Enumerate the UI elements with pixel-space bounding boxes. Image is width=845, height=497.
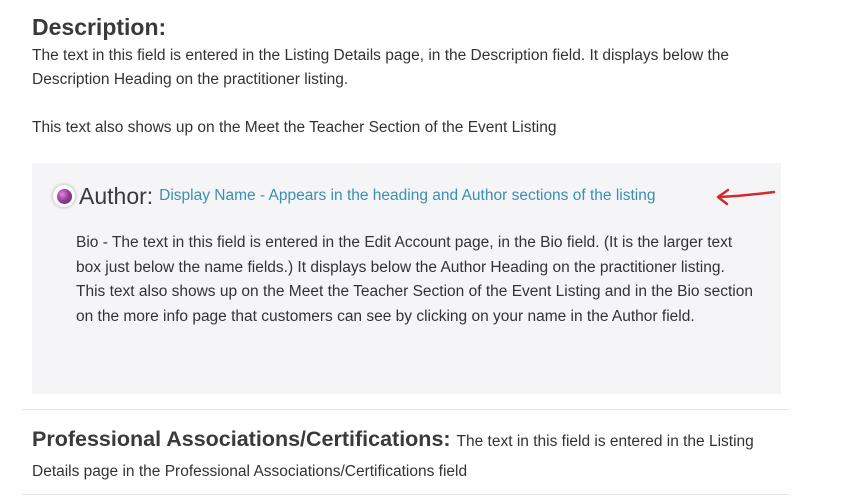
description-text: The text in this field is entered in the… <box>32 47 730 88</box>
author-label: Author: <box>79 183 154 209</box>
listing-help-page: Description: The text in this field is e… <box>0 0 845 497</box>
section-divider-bottom <box>22 494 790 495</box>
author-heading-row: Author: Display Name - Appears in the he… <box>52 182 655 210</box>
section-divider <box>22 409 790 410</box>
author-bio-text: Bio - The text in this field is entered … <box>76 234 753 325</box>
red-arrow-annotation-icon <box>716 188 776 206</box>
avatar-icon[interactable] <box>52 184 76 208</box>
description-heading: Description: <box>32 14 167 40</box>
professional-associations-heading: Professional Associations/Certifications… <box>32 427 457 451</box>
author-display-name-link[interactable]: Display Name - Appears in the heading an… <box>159 182 655 210</box>
avatar-image <box>56 188 72 204</box>
author-section: Author: Display Name - Appears in the he… <box>32 163 781 394</box>
description-event-text: This text also shows up on the Meet the … <box>32 119 557 136</box>
professional-associations-section: Professional Associations/Certifications… <box>32 424 782 487</box>
